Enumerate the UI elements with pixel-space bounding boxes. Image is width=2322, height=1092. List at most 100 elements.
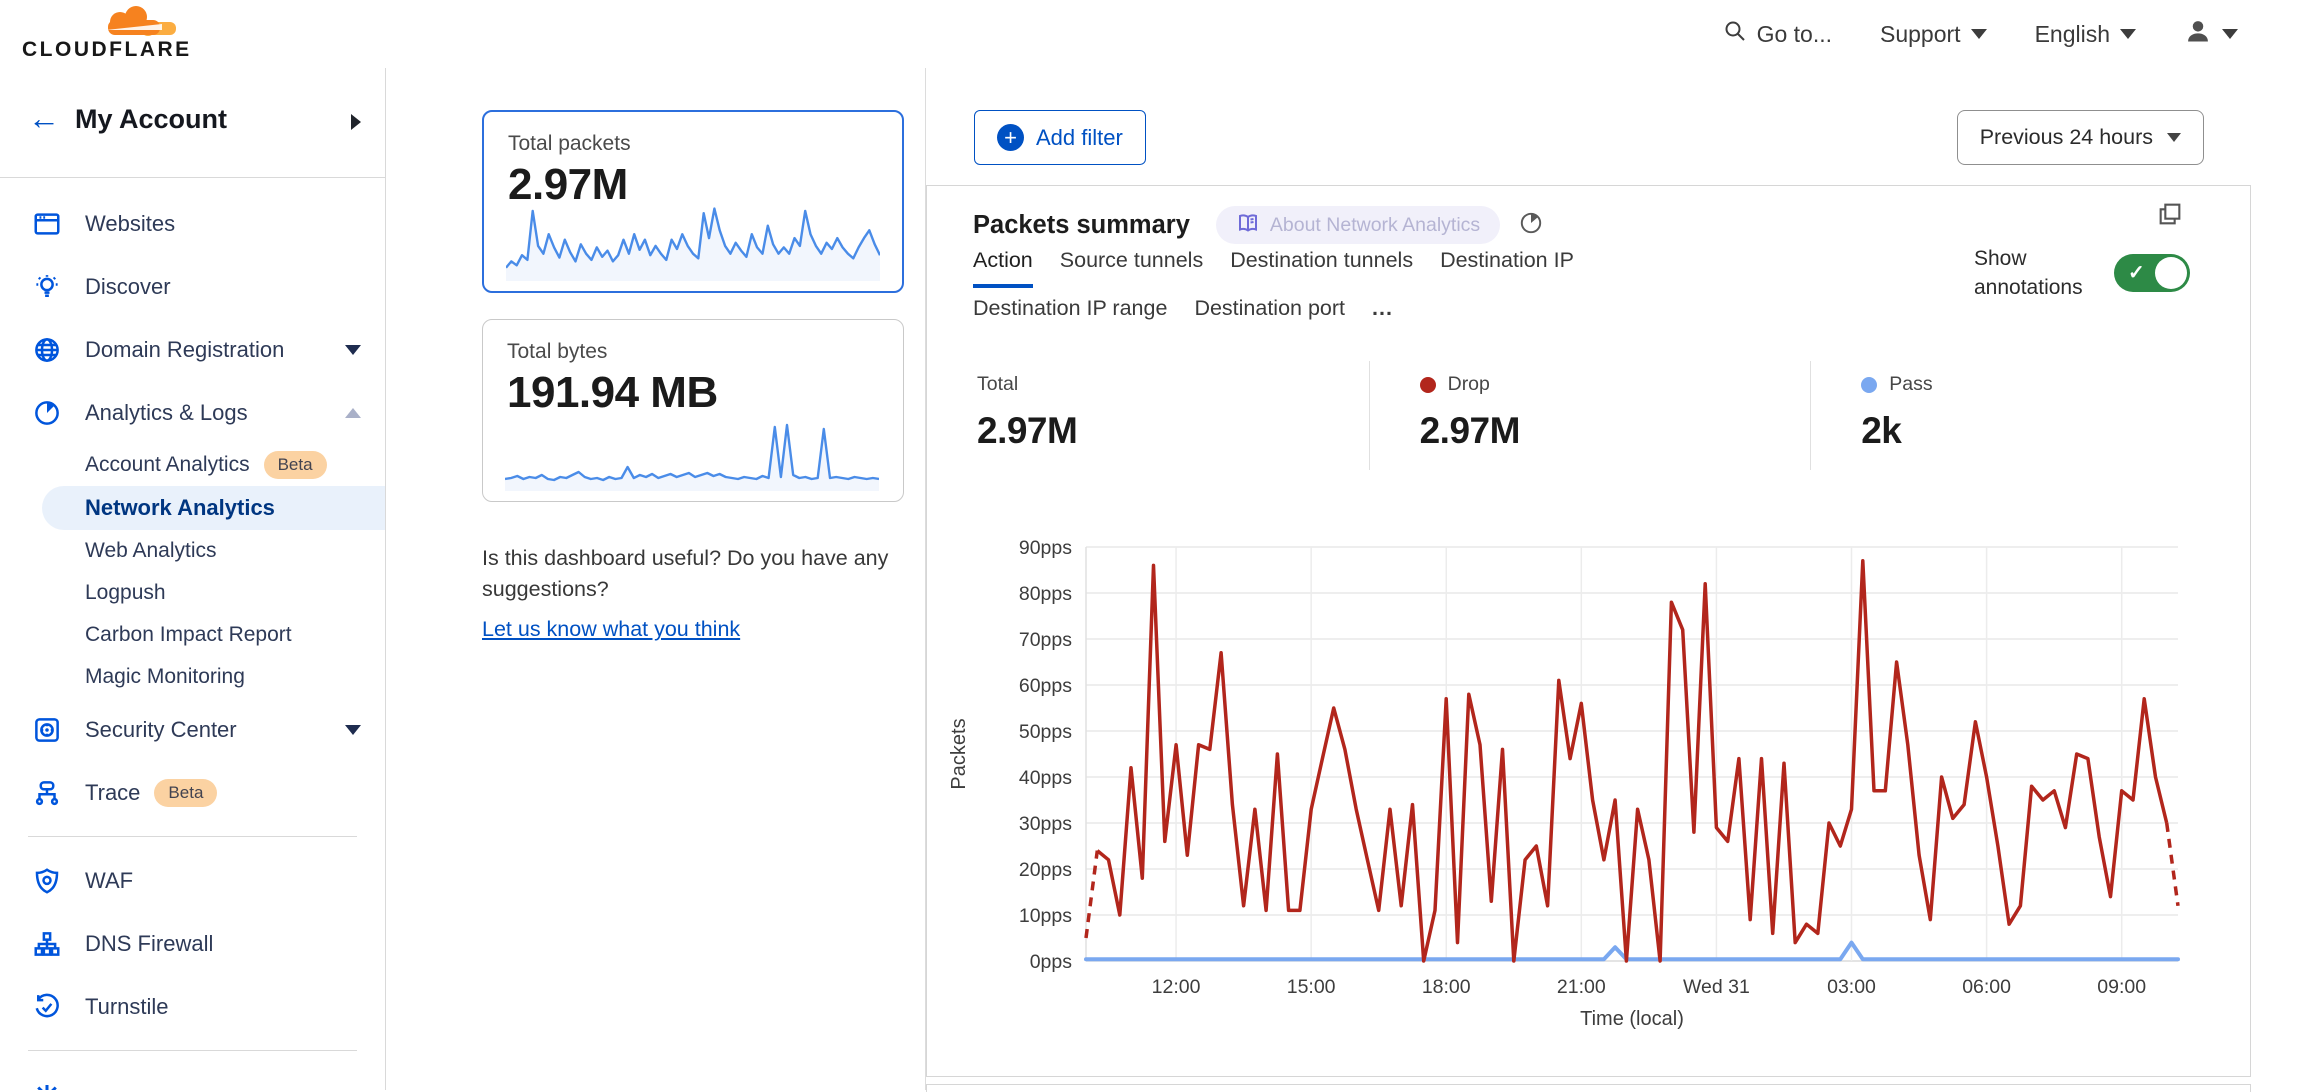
sidebar-item-label: WAF xyxy=(85,868,133,894)
tab-destination-ip-range[interactable]: Destination IP range xyxy=(973,296,1167,336)
stat-label: Drop xyxy=(1448,373,1490,396)
sidebar-item-domain-registration[interactable]: Domain Registration xyxy=(0,318,385,381)
show-annotations-control: Show annotations ✓ xyxy=(1974,244,2190,303)
svg-text:03:00: 03:00 xyxy=(1827,976,1876,998)
svg-text:0pps: 0pps xyxy=(1030,951,1073,973)
sidebar-subitem-carbon-impact-report[interactable]: Carbon Impact Report xyxy=(0,614,385,656)
svg-text:70pps: 70pps xyxy=(1019,629,1072,651)
svg-text:10pps: 10pps xyxy=(1019,905,1072,927)
globe-icon xyxy=(30,333,64,367)
feedback-link[interactable]: Let us know what you think xyxy=(482,614,740,645)
tab-source-tunnels[interactable]: Source tunnels xyxy=(1060,248,1203,288)
dimension-tabs: Action Source tunnels Destination tunnel… xyxy=(973,248,1773,336)
book-icon xyxy=(1236,211,1260,240)
svg-text:90pps: 90pps xyxy=(1019,537,1072,559)
cloudflare-cloud-icon xyxy=(100,6,184,41)
sidebar-subitem-network-analytics[interactable]: Network Analytics xyxy=(42,486,385,530)
chevron-right-icon[interactable] xyxy=(351,114,361,130)
add-filter-button[interactable]: + Add filter xyxy=(974,110,1146,165)
about-network-analytics-badge[interactable]: About Network Analytics xyxy=(1216,206,1500,244)
packets-time-series-chart: 0pps10pps20pps30pps40pps50pps60pps70pps8… xyxy=(941,531,2221,1051)
hierarchy-nodes-icon xyxy=(30,927,64,961)
sidebar-item-turnstile[interactable]: Turnstile xyxy=(0,975,385,1038)
user-icon xyxy=(2184,17,2212,51)
stat-label: Total xyxy=(977,373,1018,396)
pie-chart-icon xyxy=(30,396,64,430)
sidebar-item-label: Discover xyxy=(85,274,171,300)
pass-series-dot xyxy=(1861,377,1877,393)
svg-text:40pps: 40pps xyxy=(1019,767,1072,789)
sidebar-item-discover[interactable]: Discover xyxy=(0,255,385,318)
svg-text:Time (local): Time (local) xyxy=(1580,1008,1684,1030)
panel-title: Packets summary xyxy=(973,211,1190,240)
chevron-down-icon xyxy=(1971,29,1987,39)
chevron-down-icon xyxy=(2120,29,2136,39)
more-tabs-button[interactable]: ... xyxy=(1372,296,1393,336)
tab-destination-port[interactable]: Destination port xyxy=(1194,296,1345,336)
go-to-search[interactable]: Go to... xyxy=(1723,19,1832,49)
time-range-label: Previous 24 hours xyxy=(1980,125,2153,150)
sidebar-item-cutoff[interactable] xyxy=(0,1063,385,1090)
sidebar-item-trace[interactable]: Trace Beta xyxy=(0,761,385,824)
sidebar-item-security-center[interactable]: Security Center xyxy=(0,698,385,761)
sidebar-subitem-web-analytics[interactable]: Web Analytics xyxy=(0,530,385,572)
top-bar: CLOUDFLARE Go to... Support English xyxy=(0,0,2322,68)
expand-panel-icon[interactable] xyxy=(2156,200,2184,233)
stat-value: 2k xyxy=(1861,410,2252,452)
support-menu[interactable]: Support xyxy=(1880,21,1987,48)
sidebar-item-websites[interactable]: Websites xyxy=(0,192,385,255)
chevron-down-icon xyxy=(345,345,361,355)
feedback-question: Is this dashboard useful? Do you have an… xyxy=(482,543,934,604)
packets-summary-panel: Packets summary About Network Analytics xyxy=(926,185,2251,1077)
browser-window-icon xyxy=(30,207,64,241)
search-icon xyxy=(1723,19,1747,49)
toggle-knob xyxy=(2155,257,2187,289)
tab-destination-tunnels[interactable]: Destination tunnels xyxy=(1230,248,1413,288)
language-menu[interactable]: English xyxy=(2035,21,2136,48)
lightbulb-icon xyxy=(30,270,64,304)
sidebar-item-label: Security Center xyxy=(85,717,237,743)
data-freshness-pie-icon xyxy=(1518,210,1544,241)
show-annotations-label: Show annotations xyxy=(1974,244,2092,303)
cloudflare-logo[interactable]: CLOUDFLARE xyxy=(22,6,192,64)
stat-value: 2.97M xyxy=(1420,410,1811,452)
svg-text:18:00: 18:00 xyxy=(1422,976,1471,998)
sidebar-item-analytics-logs[interactable]: Analytics & Logs xyxy=(0,381,385,444)
shield-gear-icon xyxy=(30,864,64,898)
stat-total: Total 2.97M xyxy=(927,361,1369,470)
svg-text:60pps: 60pps xyxy=(1019,675,1072,697)
stat-label: Pass xyxy=(1889,373,1932,396)
svg-text:21:00: 21:00 xyxy=(1557,976,1606,998)
time-range-dropdown[interactable]: Previous 24 hours xyxy=(1957,110,2204,165)
security-vault-icon xyxy=(30,713,64,747)
show-annotations-toggle[interactable]: ✓ xyxy=(2114,254,2190,292)
drop-series-dot xyxy=(1420,377,1436,393)
sidebar-divider xyxy=(28,1050,357,1051)
account-header: ← My Account xyxy=(0,68,385,178)
sidebar-subitem-logpush[interactable]: Logpush xyxy=(0,572,385,614)
chevron-down-icon xyxy=(345,725,361,735)
logo-wordmark: CLOUDFLARE xyxy=(22,38,192,62)
beta-badge: Beta xyxy=(264,451,327,479)
sidebar-item-waf[interactable]: WAF xyxy=(0,849,385,912)
sidebar-item-dns-firewall[interactable]: DNS Firewall xyxy=(0,912,385,975)
sidebar-item-label: Websites xyxy=(85,211,175,237)
sidebar-item-label: DNS Firewall xyxy=(85,931,213,957)
svg-text:12:00: 12:00 xyxy=(1152,976,1201,998)
account-menu[interactable] xyxy=(2184,17,2238,51)
back-arrow-icon[interactable]: ← xyxy=(28,100,60,137)
support-label: Support xyxy=(1880,21,1961,48)
sidebar-item-label: Domain Registration xyxy=(85,337,284,363)
total-packets-card[interactable]: Total packets 2.97M xyxy=(482,110,904,293)
trace-tree-icon xyxy=(30,776,64,810)
go-to-label: Go to... xyxy=(1757,21,1832,48)
sidebar-subitem-account-analytics[interactable]: Account Analytics Beta xyxy=(0,444,385,486)
sidebar-item-label: Analytics & Logs xyxy=(85,400,248,426)
sidebar-item-label: Trace xyxy=(85,780,140,806)
chevron-down-icon xyxy=(2222,29,2238,39)
total-bytes-card[interactable]: Total bytes 191.94 MB xyxy=(482,319,904,502)
sidebar-subitem-magic-monitoring[interactable]: Magic Monitoring xyxy=(0,656,385,698)
svg-text:09:00: 09:00 xyxy=(2097,976,2146,998)
tab-action[interactable]: Action xyxy=(973,248,1033,288)
tab-destination-ip[interactable]: Destination IP xyxy=(1440,248,1574,288)
